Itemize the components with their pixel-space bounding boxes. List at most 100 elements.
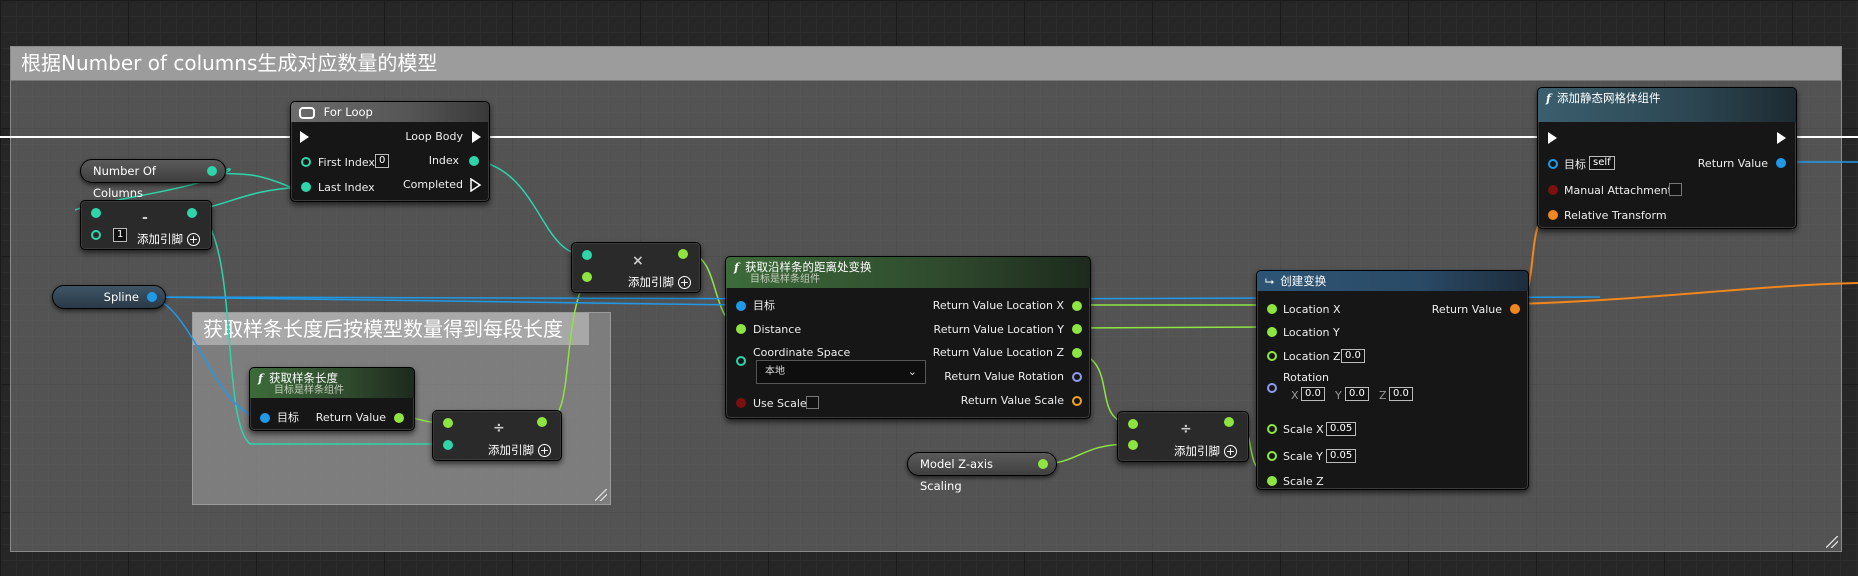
float-output-pin[interactable]	[1072, 324, 1082, 334]
int-output-pin[interactable]	[469, 156, 479, 166]
rotation-z-value[interactable]: 0.0	[1389, 387, 1413, 401]
int-input-pin[interactable]	[91, 230, 101, 240]
rotator-input-pin[interactable]	[1267, 383, 1277, 393]
add-pin-button[interactable]: 添加引脚 +	[628, 274, 691, 290]
node-header[interactable]: f 获取样条长度 目标是样条组件	[250, 368, 414, 398]
get-transform-at-distance-node[interactable]: f 获取沿样条的距离处变换 目标是样条组件 目标 Distance Coordin…	[725, 256, 1091, 419]
float-input-pin[interactable]	[1128, 419, 1138, 429]
out-scale-label: Return Value Scale	[960, 394, 1064, 407]
float-output-pin[interactable]	[394, 413, 404, 423]
object-input-pin[interactable]	[736, 301, 746, 311]
float-input-pin[interactable]	[1128, 440, 1138, 450]
exec-input-pin[interactable]	[1548, 132, 1557, 144]
return-value-label: Return Value	[315, 411, 386, 424]
use-scale-checkbox[interactable]	[806, 396, 819, 409]
scale-y-value[interactable]: 0.05	[1326, 449, 1357, 463]
object-wire[interactable]	[147, 296, 259, 418]
subtract-default-value[interactable]: 1	[113, 228, 128, 242]
bool-input-pin[interactable]	[736, 398, 746, 408]
manual-attachment-checkbox[interactable]	[1669, 183, 1682, 196]
add-pin-button[interactable]: 添加引脚 +	[488, 442, 551, 458]
divide-node-2[interactable]: ÷ 添加引脚 +	[1117, 411, 1249, 462]
bool-input-pin[interactable]	[1548, 185, 1558, 195]
float-wire[interactable]	[1074, 326, 1271, 329]
target-value[interactable]: self	[1589, 156, 1615, 170]
node-title: 添加静态网格体组件	[1556, 91, 1661, 105]
transform-input-pin[interactable]	[1548, 210, 1558, 220]
int-wire[interactable]	[473, 159, 586, 256]
float-input-pin[interactable]	[1267, 327, 1277, 337]
add-static-mesh-component-node[interactable]: f 添加静态网格体组件 目标 self Return Value Manual A…	[1537, 87, 1797, 229]
loop-body-label: Loop Body	[405, 130, 463, 143]
enum-input-pin[interactable]	[736, 356, 746, 366]
float-input-pin[interactable]	[1267, 424, 1277, 434]
float-input-pin[interactable]	[443, 418, 453, 428]
make-transform-node[interactable]: ⮡ 创建变换 Location X Location Y Location Z 0…	[1256, 270, 1529, 490]
float-input-pin[interactable]	[1267, 351, 1277, 361]
node-header[interactable]: f 获取沿样条的距离处变换 目标是样条组件	[726, 257, 1090, 288]
scale-x-value[interactable]: 0.05	[1326, 422, 1357, 436]
rotator-output-pin[interactable]	[1072, 372, 1082, 382]
function-icon: f	[734, 260, 739, 274]
exec-output-pin[interactable]	[472, 131, 481, 143]
float-output-pin[interactable]	[1072, 348, 1082, 358]
transform-wire[interactable]	[1514, 282, 1858, 305]
int-input-pin[interactable]	[91, 208, 101, 218]
spline-variable[interactable]: Spline	[52, 285, 166, 309]
exec-input-pin[interactable]	[300, 131, 309, 143]
add-pin-label: 添加引脚	[628, 275, 674, 289]
add-pin-button[interactable]: 添加引脚 +	[137, 231, 200, 247]
out-location-x-label: Return Value Location X	[932, 299, 1064, 312]
float-input-pin[interactable]	[1267, 476, 1277, 486]
object-input-pin[interactable]	[260, 413, 270, 423]
int-input-pin[interactable]	[582, 250, 592, 260]
distance-label: Distance	[753, 323, 802, 336]
model-z-scaling-variable[interactable]: Model Z-axis Scaling	[907, 452, 1057, 493]
coordinate-space-dropdown[interactable]: 本地 ⌄	[756, 360, 926, 384]
location-y-label: Location Y	[1283, 326, 1340, 339]
node-header[interactable]: f 添加静态网格体组件	[1538, 88, 1796, 122]
for-loop-node[interactable]: For Loop Loop Body First Index 0 Index L…	[290, 101, 490, 202]
object-output-pin[interactable]	[1776, 158, 1786, 168]
vector-output-pin[interactable]	[1072, 396, 1082, 406]
location-z-value[interactable]: 0.0	[1341, 349, 1365, 363]
int-input-pin[interactable]	[301, 157, 311, 167]
add-pin-button[interactable]: 添加引脚 +	[1174, 443, 1237, 459]
subtract-node[interactable]: 1 - 添加引脚 +	[80, 200, 212, 250]
object-output-pin[interactable]	[147, 292, 157, 302]
int-output-pin[interactable]	[187, 208, 197, 218]
float-output-pin[interactable]	[678, 249, 688, 259]
float-input-pin[interactable]	[1267, 304, 1277, 314]
node-header[interactable]: For Loop	[291, 102, 489, 122]
float-output-pin[interactable]	[537, 417, 547, 427]
float-output-pin[interactable]	[1072, 301, 1082, 311]
scale-z-label: Scale Z	[1283, 475, 1324, 488]
float-input-pin[interactable]	[582, 272, 592, 282]
float-input-pin[interactable]	[1267, 451, 1277, 461]
transform-output-pin[interactable]	[1510, 304, 1520, 314]
float-output-pin[interactable]	[1224, 417, 1234, 427]
divide-node-1[interactable]: ÷ 添加引脚 +	[432, 410, 562, 461]
int-output-pin[interactable]	[207, 166, 217, 176]
rotation-x-value[interactable]: 0.0	[1301, 387, 1325, 401]
float-output-pin[interactable]	[1038, 459, 1048, 469]
add-pin-label: 添加引脚	[488, 443, 534, 457]
node-title: 获取样条长度	[268, 371, 338, 385]
exec-output-pin[interactable]	[1777, 132, 1786, 144]
get-spline-length-node[interactable]: f 获取样条长度 目标是样条组件 目标 Return Value	[249, 367, 415, 431]
int-input-pin[interactable]	[443, 440, 453, 450]
scale-y-label: Scale Y	[1283, 450, 1323, 463]
object-input-pin[interactable]	[1548, 159, 1558, 169]
rotation-y-value[interactable]: 0.0	[1345, 387, 1369, 401]
float-input-pin[interactable]	[736, 324, 746, 334]
return-value-label: Return Value	[1697, 157, 1768, 170]
first-index-value[interactable]: 0	[375, 154, 390, 168]
multiply-node[interactable]: × 添加引脚 +	[571, 242, 701, 293]
exec-outline-icon	[470, 178, 482, 192]
number-of-columns-variable[interactable]: Number Of Columns	[80, 159, 226, 200]
chevron-down-icon: ⌄	[907, 365, 917, 378]
manual-attachment-label: Manual Attachment	[1564, 184, 1672, 197]
node-header[interactable]: ⮡ 创建变换	[1257, 271, 1528, 291]
coordinate-space-label: Coordinate Space	[753, 346, 851, 359]
int-input-pin[interactable]	[301, 182, 311, 192]
